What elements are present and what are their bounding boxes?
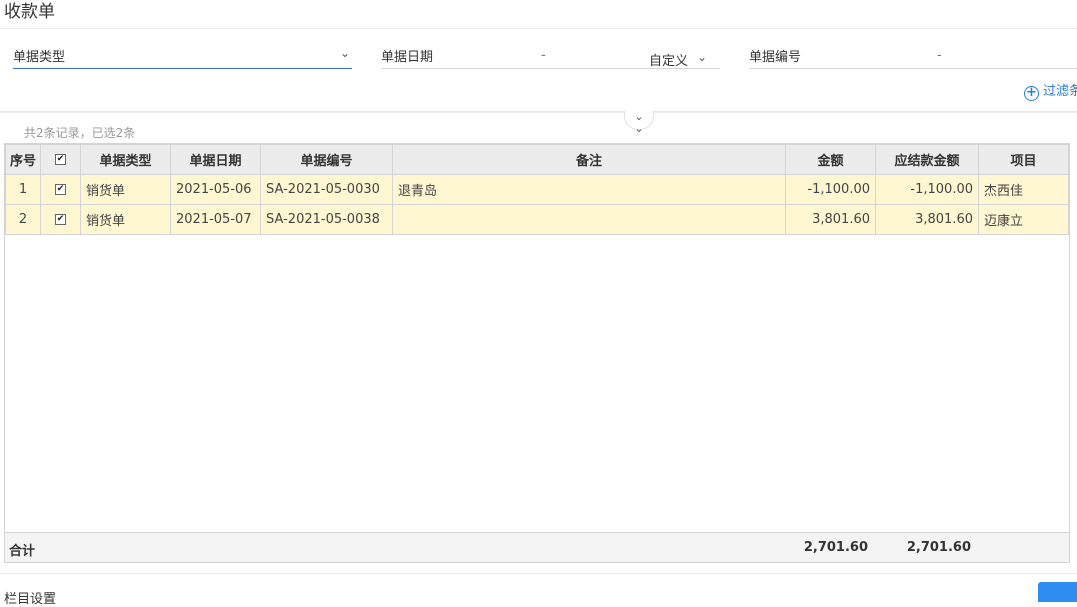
doc-number-label: 单据编号 <box>749 50 802 65</box>
cell-date: 2021-05-06 <box>170 174 261 205</box>
col-header-number[interactable]: 单据编号 <box>260 144 393 175</box>
doc-date-range[interactable]: 单据日期 - 自定义 ⌄ <box>381 46 720 69</box>
col-header-type[interactable]: 单据类型 <box>80 144 171 175</box>
cell-project: 迈康立 <box>978 204 1069 235</box>
page-title: 收款单 <box>4 2 55 22</box>
receipt-table: 序号 ✔ 单据类型 单据日期 单据编号 备注 金额 应结款金额 项目 1 ✔ 销… <box>5 144 1069 235</box>
cell-due: -1,100.00 <box>875 174 979 205</box>
cell-note: 退青岛 <box>392 174 786 205</box>
doc-date-label: 单据日期 <box>381 50 434 65</box>
col-header-amount[interactable]: 金额 <box>785 144 876 175</box>
totals-label: 合计 <box>9 544 36 559</box>
cell-due: 3,801.60 <box>875 204 979 235</box>
cell-amount: 3,801.60 <box>785 204 876 235</box>
date-range-mode[interactable]: 自定义 <box>649 50 688 69</box>
cell-type: 销货单 <box>80 204 171 235</box>
doc-type-label: 单据类型 <box>13 50 66 65</box>
filter-button[interactable]: + 过滤条 <box>1024 80 1077 101</box>
doc-number-range[interactable]: 单据编号 - <box>749 46 1077 69</box>
col-header-project[interactable]: 项目 <box>978 144 1069 175</box>
record-summary: 共2条记录，已选2条 <box>24 126 136 140</box>
row-checkbox[interactable]: ✔ <box>55 214 66 225</box>
cell-number: SA-2021-05-0030 <box>260 174 393 205</box>
cell-number: SA-2021-05-0038 <box>260 204 393 235</box>
select-all-checkbox[interactable]: ✔ <box>55 154 66 165</box>
filter-button-label: 过滤条 <box>1043 84 1077 99</box>
cell-select[interactable]: ✔ <box>40 204 81 235</box>
cell-select[interactable]: ✔ <box>40 174 81 205</box>
totals-amount: 2,701.60 <box>803 540 868 555</box>
totals-row: 合计 2,701.60 2,701.60 <box>5 532 1069 562</box>
table-header-row: 序号 ✔ 单据类型 单据日期 单据编号 备注 金额 应结款金额 项目 <box>5 144 1069 175</box>
filter-panel-divider <box>0 111 1077 114</box>
col-header-note[interactable]: 备注 <box>392 144 786 175</box>
doc-type-select[interactable]: 单据类型 ⌄ <box>13 46 352 69</box>
cell-index: 1 <box>5 174 41 205</box>
data-grid: 序号 ✔ 单据类型 单据日期 单据编号 备注 金额 应结款金额 项目 1 ✔ 销… <box>4 143 1070 563</box>
primary-action-button[interactable] <box>1038 582 1077 602</box>
col-header-index[interactable]: 序号 <box>5 144 41 175</box>
col-header-due[interactable]: 应结款金额 <box>875 144 979 175</box>
col-header-select-all[interactable]: ✔ <box>40 144 81 175</box>
table-row[interactable]: 1 ✔ 销货单 2021-05-06 SA-2021-05-0030 退青岛 -… <box>5 174 1069 205</box>
double-chevron-down-icon: ⌄ ⌄ <box>634 110 644 135</box>
chevron-down-icon[interactable]: ⌄ <box>340 46 350 60</box>
cell-index: 2 <box>5 204 41 235</box>
row-checkbox[interactable]: ✔ <box>55 184 66 195</box>
collapse-toggle[interactable]: ⌄ ⌄ <box>624 111 654 135</box>
chevron-down-icon[interactable]: ⌄ <box>697 50 707 64</box>
number-range-separator: - <box>937 48 942 63</box>
cell-note <box>392 204 786 235</box>
col-header-date[interactable]: 单据日期 <box>170 144 261 175</box>
date-range-separator: - <box>541 48 546 63</box>
totals-due: 2,701.60 <box>906 540 971 555</box>
cell-date: 2021-05-07 <box>170 204 261 235</box>
cell-project: 杰西佳 <box>978 174 1069 205</box>
column-settings-link[interactable]: 栏目设置 <box>4 588 56 607</box>
footer-divider <box>0 573 1077 574</box>
table-row[interactable]: 2 ✔ 销货单 2021-05-07 SA-2021-05-0038 3,801… <box>5 204 1069 235</box>
plus-circle-icon: + <box>1024 86 1039 101</box>
cell-type: 销货单 <box>80 174 171 205</box>
cell-amount: -1,100.00 <box>785 174 876 205</box>
header-divider <box>0 28 1077 29</box>
